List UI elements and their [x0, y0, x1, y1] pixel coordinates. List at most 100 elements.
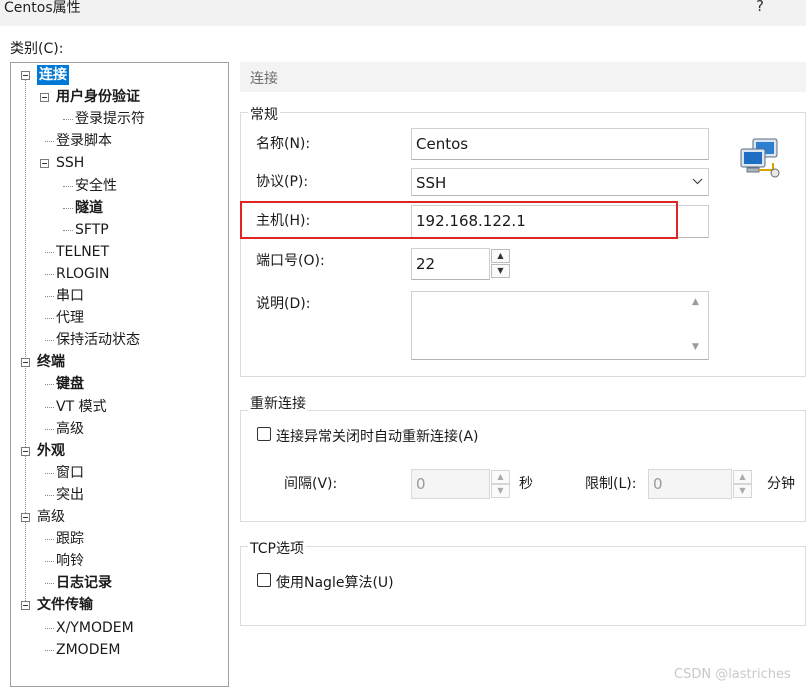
tree-item[interactable]: 高级	[37, 507, 65, 527]
auto-reconnect-label: 连接异常关闭时自动重新连接(A)	[276, 429, 479, 445]
protocol-select[interactable]: SSH	[411, 168, 709, 196]
interval-unit: 秒	[519, 476, 533, 492]
limit-stepper[interactable]: ▲ ▼	[733, 470, 752, 498]
interval-stepper[interactable]: ▲ ▼	[491, 470, 510, 498]
help-button[interactable]: ?	[756, 0, 764, 15]
tree-item[interactable]: VT 模式	[56, 397, 107, 417]
tree-item[interactable]: 窗口	[56, 463, 84, 483]
tree-item[interactable]: SSH	[56, 153, 84, 173]
limit-down-button[interactable]: ▼	[733, 484, 752, 498]
tree-item[interactable]: 连接	[37, 65, 69, 85]
tree-item[interactable]: 高级	[56, 419, 84, 439]
tree-connector	[45, 251, 54, 253]
tree-connector	[45, 649, 54, 651]
title-bar	[0, 0, 806, 26]
port-down-button[interactable]: ▼	[491, 264, 510, 278]
collapse-toggle-icon[interactable]	[21, 358, 30, 368]
description-field[interactable]	[411, 291, 709, 360]
port-label: 端口号(O):	[256, 253, 325, 269]
highlight-box	[240, 201, 678, 239]
limit-unit: 分钟	[767, 476, 795, 492]
auto-reconnect-checkbox[interactable]	[257, 427, 271, 441]
network-computers-icon	[740, 138, 780, 178]
tree-connector	[63, 119, 73, 121]
tree-item[interactable]: 文件传输	[37, 595, 93, 615]
collapse-toggle-icon[interactable]	[21, 446, 30, 456]
port-field[interactable]: 22	[411, 248, 490, 280]
tree-item[interactable]: 隧道	[75, 198, 103, 218]
name-field[interactable]: Centos	[411, 128, 709, 160]
section-header	[240, 62, 806, 92]
tree-connector	[45, 539, 54, 541]
interval-field[interactable]: 0	[411, 469, 490, 499]
category-tree[interactable]: 连接 用户身份验证 登录提示符 登录脚本 SSH 安全性 隧道 SFTP TELNET RLOGI…	[10, 62, 229, 687]
port-stepper[interactable]: ▲ ▼	[491, 249, 510, 279]
description-scrollbar[interactable]: ▲ ▼	[687, 292, 708, 359]
protocol-value: SSH	[416, 174, 447, 192]
tree-item[interactable]: 突出	[56, 485, 84, 505]
tree-item[interactable]: 外观	[37, 441, 65, 461]
limit-up-button[interactable]: ▲	[733, 470, 752, 484]
chevron-down-icon	[692, 178, 703, 185]
limit-field[interactable]: 0	[648, 469, 732, 499]
tree-item[interactable]: 日志记录	[56, 573, 112, 593]
category-label: 类别(C):	[10, 41, 64, 57]
interval-up-button[interactable]: ▲	[491, 470, 510, 484]
tree-item[interactable]: RLOGIN	[56, 264, 110, 284]
tree-connector	[45, 273, 54, 275]
scroll-down-icon[interactable]: ▼	[692, 342, 699, 352]
tree-item[interactable]: 用户身份验证	[56, 87, 140, 107]
tree-connector	[45, 428, 54, 430]
collapse-toggle-icon[interactable]	[21, 513, 30, 522]
tree-item[interactable]: 保持活动状态	[56, 330, 140, 350]
tree-connector	[45, 494, 54, 496]
tree-connector	[45, 627, 54, 629]
reconnect-group-title: 重新连接	[248, 393, 308, 413]
tree-item[interactable]: SFTP	[75, 220, 109, 240]
limit-label: 限制(L):	[585, 476, 637, 492]
tree-connector	[45, 384, 54, 386]
tree-connector	[45, 318, 54, 320]
description-label: 说明(D):	[256, 296, 311, 312]
general-group-title: 常规	[248, 104, 280, 124]
tree-item[interactable]: 串口	[56, 286, 84, 306]
tree-connector	[45, 141, 54, 143]
tree-item[interactable]: 安全性	[75, 176, 117, 196]
nagle-label: 使用Nagle算法(U)	[276, 575, 394, 591]
tree-connector	[63, 185, 73, 187]
tree-connector	[63, 229, 73, 231]
port-up-button[interactable]: ▲	[491, 249, 510, 263]
name-label: 名称(N):	[256, 136, 311, 152]
scroll-up-icon[interactable]: ▲	[692, 297, 699, 307]
collapse-toggle-icon[interactable]	[21, 601, 30, 611]
interval-label: 间隔(V):	[284, 476, 338, 492]
section-header-title: 连接	[250, 71, 278, 87]
tree-connector	[45, 583, 54, 585]
tree-connector	[45, 472, 54, 474]
tree-item[interactable]: 响铃	[56, 551, 84, 571]
tree-connector	[45, 561, 54, 563]
tree-item[interactable]: 代理	[56, 308, 84, 328]
tree-item[interactable]: 键盘	[56, 374, 84, 394]
tree-item[interactable]: 跟踪	[56, 529, 84, 549]
tree-item[interactable]: X/YMODEM	[56, 618, 134, 638]
tree-connector	[45, 406, 54, 408]
watermark: CSDN @lastriches	[674, 667, 791, 682]
window-title: Centos属性	[4, 0, 81, 16]
tree-item[interactable]: TELNET	[56, 242, 109, 262]
tree-item[interactable]: ZMODEM	[56, 640, 120, 660]
tree-item[interactable]: 登录提示符	[75, 109, 145, 129]
tree-item[interactable]: 登录脚本	[56, 131, 112, 151]
protocol-label: 协议(P):	[256, 174, 309, 190]
tree-item[interactable]: 终端	[37, 352, 65, 372]
nagle-checkbox[interactable]	[257, 573, 271, 587]
tree-connector	[45, 296, 54, 297]
collapse-toggle-icon[interactable]	[40, 93, 49, 103]
collapse-toggle-icon[interactable]	[21, 71, 30, 80]
tree-connector	[63, 207, 73, 209]
tree-guide-line	[25, 79, 26, 606]
collapse-toggle-icon[interactable]	[40, 159, 49, 169]
interval-down-button[interactable]: ▼	[491, 484, 510, 498]
tree-connector	[45, 340, 54, 342]
tcp-group-title: TCP选项	[248, 538, 306, 558]
